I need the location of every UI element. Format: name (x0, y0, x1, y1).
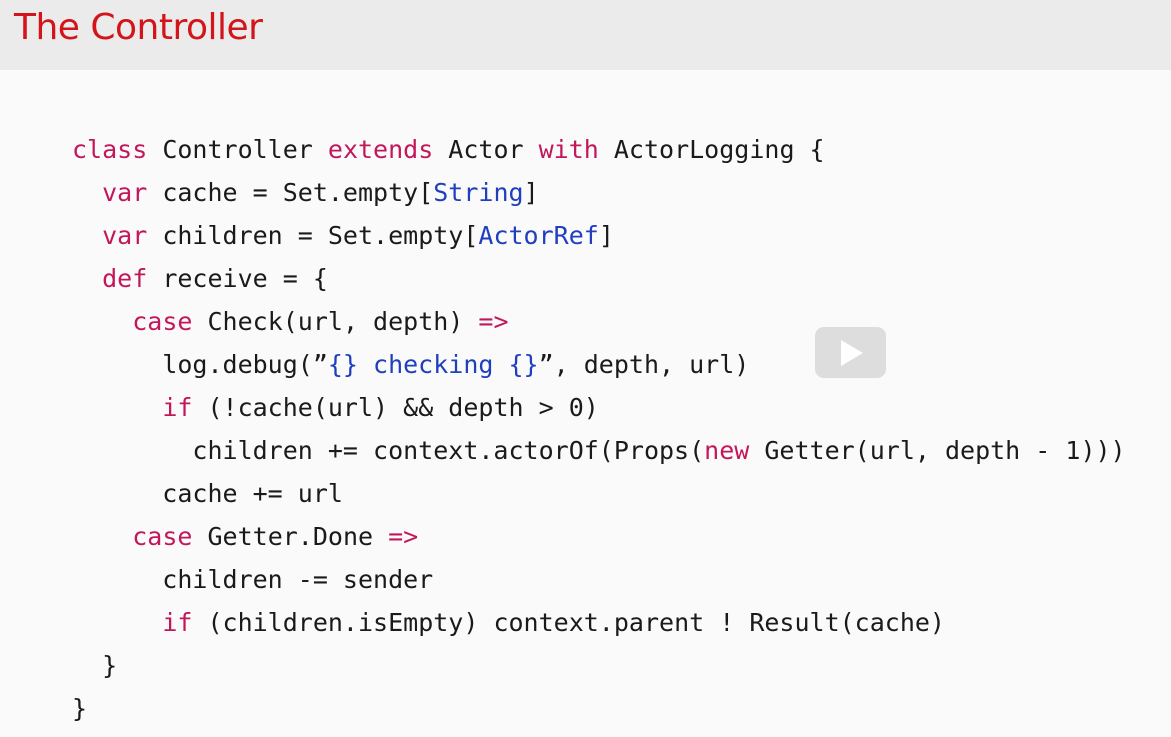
title-bar: The Controller (0, 0, 1171, 70)
code-token: cache = Set.empty[ (147, 178, 434, 207)
code-token: children -= sender (72, 565, 434, 594)
code-keyword: def (102, 264, 148, 293)
code-keyword: new (704, 436, 750, 465)
code-line: case Check(url, depth) => (72, 302, 1126, 345)
code-token: children = Set.empty[ (147, 221, 479, 250)
code-token: receive = { (147, 264, 328, 293)
code-keyword: => (388, 522, 419, 551)
slide: The Controller class Controller extends … (0, 0, 1171, 737)
slide-title: The Controller (14, 7, 263, 48)
code-line: cache += url (72, 474, 1126, 517)
code-keyword: case (132, 522, 193, 551)
code-line: } (72, 689, 1126, 732)
code-keyword: if (162, 608, 193, 637)
code-token: (children.isEmpty) context.parent ! Resu… (192, 608, 945, 637)
code-token: } (72, 651, 118, 680)
code-keyword: if (162, 393, 193, 422)
code-token: Getter(url, depth - 1))) (749, 436, 1126, 465)
code-keyword: extends (327, 135, 434, 164)
code-block: class Controller extends Actor with Acto… (72, 130, 1126, 732)
code-token: ] (598, 221, 614, 250)
code-token: ] (523, 178, 539, 207)
code-line: case Getter.Done => (72, 517, 1126, 560)
code-token: (!cache(url) && depth > 0) (192, 393, 599, 422)
code-token: ActorLogging { (598, 135, 825, 164)
code-type: ActorRef (478, 221, 599, 250)
code-line: children += context.actorOf(Props(new Ge… (72, 431, 1126, 474)
code-token: Actor (433, 135, 539, 164)
code-line: var children = Set.empty[ActorRef] (72, 216, 1126, 259)
code-line: def receive = { (72, 259, 1126, 302)
code-keyword: class (72, 135, 148, 164)
code-keyword: with (538, 135, 599, 164)
play-button[interactable] (815, 327, 886, 378)
code-line: class Controller extends Actor with Acto… (72, 130, 1126, 173)
code-token: } (72, 694, 88, 723)
code-type: {} checking {} (327, 350, 539, 379)
code-line: log.debug(”{} checking {}”, depth, url) (72, 345, 1126, 388)
code-line: children -= sender (72, 560, 1126, 603)
code-token: log.debug(” (72, 350, 328, 379)
code-line: if (!cache(url) && depth > 0) (72, 388, 1126, 431)
play-icon (841, 340, 863, 366)
code-token: cache += url (72, 479, 343, 508)
code-line: } (72, 646, 1126, 689)
code-keyword: => (478, 307, 509, 336)
code-token: ”, depth, url) (538, 350, 750, 379)
code-keyword: case (132, 307, 193, 336)
code-type: String (433, 178, 524, 207)
code-token: Check(url, depth) (192, 307, 479, 336)
code-token: Getter.Done (192, 522, 389, 551)
code-line: var cache = Set.empty[String] (72, 173, 1126, 216)
code-keyword: var (102, 178, 148, 207)
code-line: if (children.isEmpty) context.parent ! R… (72, 603, 1126, 646)
code-keyword: var (102, 221, 148, 250)
code-token: children += context.actorOf(Props( (72, 436, 705, 465)
code-token: Controller (147, 135, 328, 164)
